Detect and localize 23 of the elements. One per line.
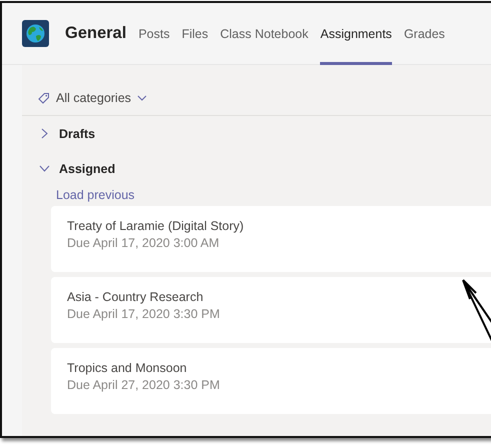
section-header[interactable]: Assigned <box>22 151 491 186</box>
assignment-card[interactable]: Tropics and Monsoon Due April 27, 2020 3:30 PM <box>51 348 491 414</box>
chevron-down-icon <box>137 94 148 100</box>
assignment-card[interactable]: Treaty of Laramie (Digital Story) Due April 17, 2020 3:00 AM <box>51 206 491 272</box>
channel-tab[interactable]: Files <box>182 2 208 64</box>
chevron-down-icon <box>39 165 50 172</box>
due-date: Due April 17, 2020 3:00 AM <box>67 236 220 250</box>
tag-icon <box>38 92 50 104</box>
due-date: Due April 17, 2020 3:30 PM <box>67 307 221 321</box>
globe-icon <box>22 20 49 47</box>
assignment-title: Asia - Country Research <box>67 290 204 304</box>
assignment-card[interactable]: Asia - Country Research Due April 17, 2020 3:30 PM <box>51 277 491 343</box>
assignment-title: Treaty of Laramie (Digital Story) <box>67 219 245 233</box>
assignment-title: Tropics and Monsoon <box>67 361 188 375</box>
chevron-right-icon <box>39 128 50 139</box>
category-filter[interactable]: All categories <box>38 90 148 104</box>
section-header[interactable]: Drafts <box>22 116 491 151</box>
due-date: Due April 27, 2020 3:30 PM <box>67 378 221 392</box>
channel-tab[interactable]: Posts <box>138 2 170 64</box>
team-name: General <box>65 24 126 43</box>
channel-tab[interactable]: Class Notebook <box>220 2 308 64</box>
channel-tab[interactable]: Grades <box>404 2 445 64</box>
load-previous-link[interactable]: Load previous <box>56 188 135 202</box>
